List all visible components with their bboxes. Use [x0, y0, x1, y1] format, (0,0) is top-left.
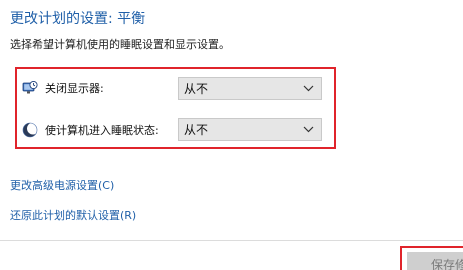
chevron-down-icon [303, 126, 314, 133]
sleep-row: 使计算机进入睡眠状态: [22, 118, 159, 142]
sleep-dropdown[interactable]: 从不 [178, 118, 322, 141]
footer-divider [0, 240, 463, 241]
save-changes-button[interactable]: 保存修 [407, 252, 463, 270]
display-off-label: 关闭显示器: [45, 82, 104, 95]
sleep-value: 从不 [184, 123, 209, 137]
monitor-clock-icon [22, 80, 38, 94]
page-title: 更改计划的设置: 平衡 [10, 11, 146, 27]
sleep-label: 使计算机进入睡眠状态: [45, 124, 159, 137]
display-off-value: 从不 [184, 82, 209, 96]
page-subtitle: 选择希望计算机使用的睡眠设置和显示设置。 [10, 38, 230, 51]
advanced-power-settings-link[interactable]: 更改高级电源设置(C) [10, 177, 114, 193]
moon-icon [22, 122, 38, 138]
restore-defaults-link[interactable]: 还原此计划的默认设置(R) [10, 207, 136, 223]
chevron-down-icon [303, 85, 314, 92]
power-plan-settings-window: 更改计划的设置: 平衡 选择希望计算机使用的睡眠设置和显示设置。 关闭显示器: … [0, 0, 463, 270]
display-off-row: 关闭显示器: [22, 76, 104, 100]
settings-highlight-box: 关闭显示器: 从不 使计算机进入睡眠状态: 从不 [15, 67, 336, 149]
save-highlight-box: 保存修 [400, 246, 463, 270]
display-off-dropdown[interactable]: 从不 [178, 77, 322, 100]
